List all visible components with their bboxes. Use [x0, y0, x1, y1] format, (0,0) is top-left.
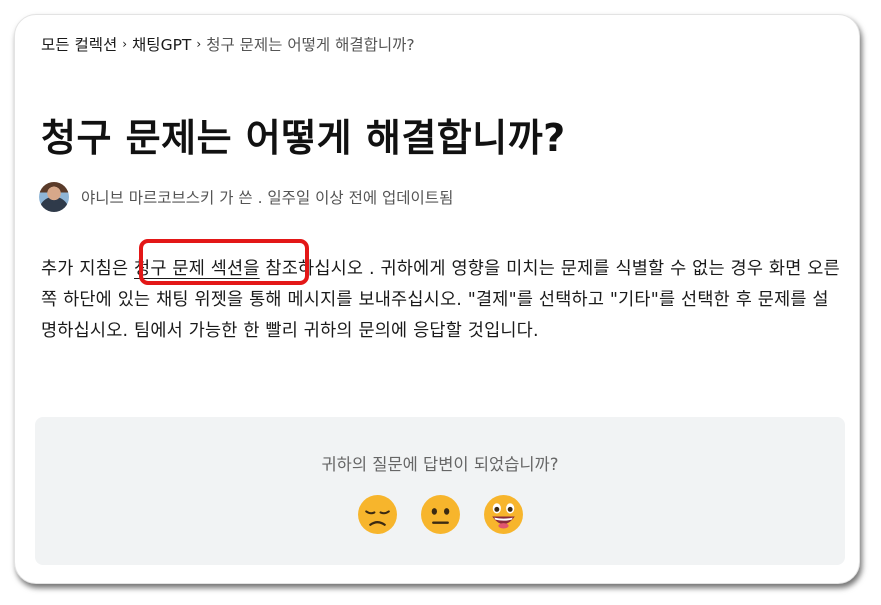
breadcrumb-separator-icon: › — [196, 37, 202, 51]
author-line: 야니브 마르코브스키 가 쓴 . 일주일 이상 전에 업데이트됨 — [81, 189, 454, 207]
breadcrumb-current-page: 청구 문제는 어떻게 해결합니까? — [206, 36, 415, 54]
author-avatar — [39, 182, 69, 212]
neutral-face-icon[interactable] — [420, 494, 461, 535]
breadcrumb-chatgpt[interactable]: 채팅GPT — [132, 33, 191, 55]
feedback-panel: 귀하의 질문에 답변이 되었습니까? — [35, 417, 845, 565]
feedback-question: 귀하의 질문에 답변이 되었습니까? — [321, 455, 559, 474]
breadcrumb-all-collections[interactable]: 모든 컬렉션 — [41, 33, 117, 55]
page-title: 청구 문제는 어떻게 해결합니까? — [41, 116, 566, 160]
reaction-group — [35, 494, 845, 535]
smiley-face-icon[interactable] — [483, 494, 524, 535]
article-body: 추가 지침은 청구 문제 섹션을 참조하십시오 . 귀하에게 영향을 미치는 문… — [41, 254, 841, 347]
billing-issues-section-link[interactable]: 청구 문제 섹션을 — [134, 259, 260, 279]
body-text-start: 추가 지침은 — [41, 259, 135, 279]
breadcrumb-separator-icon: › — [122, 37, 128, 51]
breadcrumb: 모든 컬렉션 › 채팅GPT › 청구 문제는 어떻게 해결합니까? — [41, 33, 415, 55]
article-card: 모든 컬렉션 › 채팅GPT › 청구 문제는 어떻게 해결합니까? 청구 문제… — [14, 14, 860, 584]
disappointed-face-icon[interactable] — [357, 494, 398, 535]
author-meta: 야니브 마르코브스키 가 쓴 . 일주일 이상 전에 업데이트됨 — [39, 182, 453, 212]
